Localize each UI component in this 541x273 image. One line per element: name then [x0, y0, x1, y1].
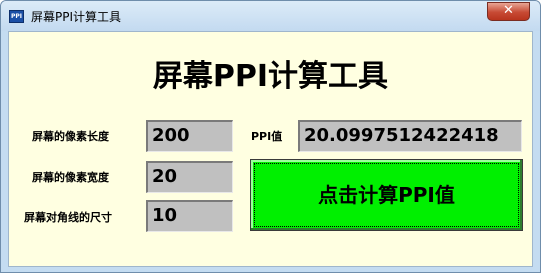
window-title: 屏幕PPI计算工具: [31, 10, 122, 24]
app-ppi-icon: PPI: [9, 10, 24, 23]
close-icon: ✕: [503, 3, 514, 18]
pixel-width-input[interactable]: 20: [146, 161, 233, 193]
calculate-ppi-button[interactable]: 点击计算PPI值: [250, 159, 523, 231]
pixel-width-label: 屏幕的像素宽度: [32, 171, 109, 184]
calculate-ppi-button-label: 点击计算PPI值: [318, 183, 455, 207]
app-icon-text: PPI: [10, 13, 23, 20]
ppi-result-label: PPI值: [251, 130, 283, 143]
ppi-result-field[interactable]: 20.0997512422418: [298, 120, 522, 152]
pixel-length-label: 屏幕的像素长度: [32, 130, 109, 143]
pixel-length-input[interactable]: 200: [146, 120, 233, 152]
title-bar[interactable]: PPI 屏幕PPI计算工具 ✕: [1, 1, 540, 31]
diagonal-size-input[interactable]: 10: [146, 200, 233, 232]
page-title: 屏幕PPI计算工具: [152, 59, 389, 94]
close-button[interactable]: ✕: [487, 2, 530, 21]
app-window: PPI 屏幕PPI计算工具 ✕ 屏幕PPI计算工具 屏幕的像素长度 200 屏幕…: [0, 0, 541, 273]
client-area: 屏幕PPI计算工具 屏幕的像素长度 200 屏幕的像素宽度 20 屏幕对角线的尺…: [8, 31, 533, 267]
diagonal-size-label: 屏幕对角线的尺寸: [24, 211, 112, 224]
